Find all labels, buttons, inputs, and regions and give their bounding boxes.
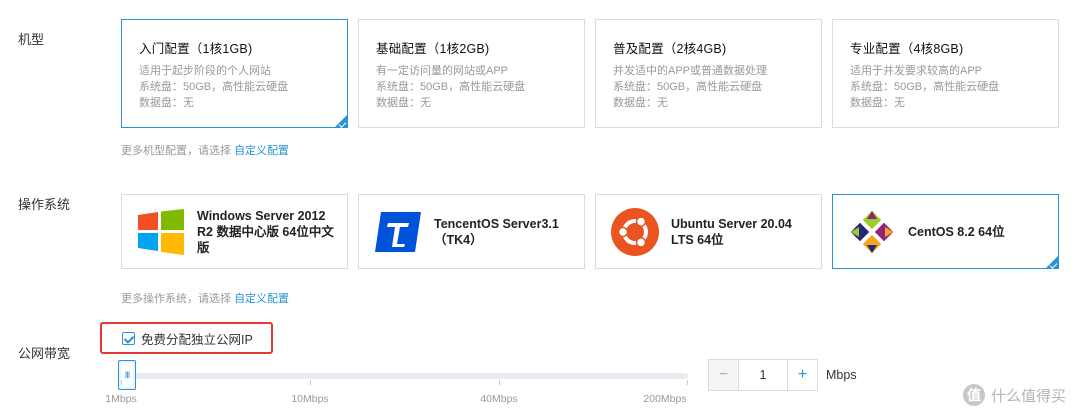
os-label: 操作系统 bbox=[18, 197, 71, 212]
bandwidth-slider-track[interactable] bbox=[121, 373, 688, 379]
os-name-line: CentOS 8.2 64位 bbox=[908, 224, 1005, 239]
bandwidth-unit: Mbps bbox=[826, 368, 857, 382]
os-name-line: （TK4） bbox=[434, 232, 483, 247]
model-title: 入门配置（1核1GB) bbox=[139, 42, 253, 56]
custom-os-link[interactable]: 自定义配置 bbox=[234, 293, 289, 305]
os-name: TencentOS Server3.1 （TK4） bbox=[434, 216, 559, 248]
os-name-line: R2 数据中心版 64位中文 bbox=[197, 224, 334, 239]
model-desc: 适用于并发要求较高的APP bbox=[850, 65, 983, 77]
slider-tick bbox=[121, 380, 122, 385]
model-title: 基础配置（1核2GB) bbox=[376, 42, 490, 56]
model-desc: 并发适中的APP或普通数据处理 bbox=[613, 65, 768, 77]
os-name: Ubuntu Server 20.04 LTS 64位 bbox=[671, 216, 792, 248]
model-title: 专业配置（4核8GB) bbox=[850, 42, 964, 56]
bandwidth-slider-handle[interactable]: III bbox=[118, 360, 136, 390]
model-desc: 有一定访问量的网站或APP bbox=[376, 65, 509, 77]
public-ip-checkbox[interactable] bbox=[122, 331, 135, 345]
model-data-disk: 数据盘：无 bbox=[613, 97, 668, 109]
os-card-tencentos[interactable]: TencentOS Server3.1 （TK4） bbox=[358, 194, 585, 269]
centos-icon bbox=[846, 206, 898, 258]
machine-type-cards: 入门配置（1核1GB) 适用于起步阶段的个人网站 系统盘：50GB，高性能云硬盘… bbox=[121, 19, 1059, 128]
model-title: 普及配置（2核4GB) bbox=[613, 42, 727, 56]
model-card-standard[interactable]: 普及配置（2核4GB) 并发适中的APP或普通数据处理 系统盘：50GB，高性能… bbox=[595, 19, 822, 128]
os-name-line: TencentOS Server3.1 bbox=[434, 216, 559, 231]
os-name: Windows Server 2012 R2 数据中心版 64位中文 版 bbox=[197, 208, 334, 256]
os-name-line: Windows Server 2012 bbox=[197, 208, 326, 223]
tick-label: 1Mbps bbox=[105, 393, 137, 405]
bandwidth-input[interactable] bbox=[739, 360, 787, 390]
more-os-text: 更多操作系统，请选择 bbox=[121, 293, 231, 305]
slider-tick bbox=[499, 380, 500, 385]
tick-label: 200Mbps bbox=[643, 393, 687, 405]
tick-label: 10Mbps bbox=[291, 393, 329, 405]
slider-tick bbox=[687, 380, 688, 385]
os-card-ubuntu[interactable]: Ubuntu Server 20.04 LTS 64位 bbox=[595, 194, 822, 269]
model-system-disk: 系统盘：50GB，高性能云硬盘 bbox=[139, 81, 289, 93]
os-cards: Windows Server 2012 R2 数据中心版 64位中文 版 Ten… bbox=[121, 194, 1059, 269]
model-card-pro[interactable]: 专业配置（4核8GB) 适用于并发要求较高的APP 系统盘：50GB，高性能云硬… bbox=[832, 19, 1059, 128]
grip-icon: III bbox=[124, 370, 130, 380]
tencentos-icon bbox=[372, 206, 424, 258]
watermark-logo-icon: 值 bbox=[962, 384, 985, 406]
more-os-hint: 更多操作系统，请选择 自定义配置 bbox=[121, 290, 289, 306]
model-data-disk: 数据盘：无 bbox=[850, 97, 905, 109]
public-ip-highlight: 免费分配独立公网IP bbox=[100, 322, 273, 354]
tick-label: 40Mbps bbox=[480, 393, 518, 405]
slider-tick bbox=[310, 380, 311, 385]
watermark-text: 什么值得买 bbox=[990, 387, 1066, 405]
os-name-line: 版 bbox=[197, 240, 210, 255]
os-card-centos[interactable]: CentOS 8.2 64位 bbox=[832, 194, 1059, 269]
os-name-line: Ubuntu Server 20.04 bbox=[671, 216, 792, 231]
bandwidth-stepper: − + bbox=[708, 359, 818, 391]
more-models-hint: 更多机型配置，请选择 自定义配置 bbox=[121, 142, 289, 158]
watermark: 值 什么值得买 bbox=[962, 384, 1066, 406]
model-data-disk: 数据盘：无 bbox=[376, 97, 431, 109]
bandwidth-label: 公网带宽 bbox=[18, 346, 71, 361]
increment-button[interactable]: + bbox=[787, 360, 817, 390]
windows-icon bbox=[135, 206, 187, 258]
os-card-windows[interactable]: Windows Server 2012 R2 数据中心版 64位中文 版 bbox=[121, 194, 348, 269]
model-data-disk: 数据盘：无 bbox=[139, 97, 194, 109]
model-card-basic[interactable]: 基础配置（1核2GB) 有一定访问量的网站或APP 系统盘：50GB，高性能云硬… bbox=[358, 19, 585, 128]
machine-type-label: 机型 bbox=[18, 32, 45, 47]
custom-config-link[interactable]: 自定义配置 bbox=[234, 145, 289, 157]
ubuntu-icon bbox=[609, 206, 661, 258]
model-system-disk: 系统盘：50GB，高性能云硬盘 bbox=[850, 81, 1000, 93]
more-models-text: 更多机型配置，请选择 bbox=[121, 145, 231, 157]
public-ip-label[interactable]: 免费分配独立公网IP bbox=[141, 329, 253, 348]
model-desc: 适用于起步阶段的个人网站 bbox=[139, 65, 271, 77]
decrement-button[interactable]: − bbox=[709, 360, 739, 390]
os-name-line: LTS 64位 bbox=[671, 232, 724, 247]
model-card-entry[interactable]: 入门配置（1核1GB) 适用于起步阶段的个人网站 系统盘：50GB，高性能云硬盘… bbox=[121, 19, 348, 128]
model-system-disk: 系统盘：50GB，高性能云硬盘 bbox=[613, 81, 763, 93]
os-name: CentOS 8.2 64位 bbox=[908, 224, 1005, 240]
model-system-disk: 系统盘：50GB，高性能云硬盘 bbox=[376, 81, 526, 93]
